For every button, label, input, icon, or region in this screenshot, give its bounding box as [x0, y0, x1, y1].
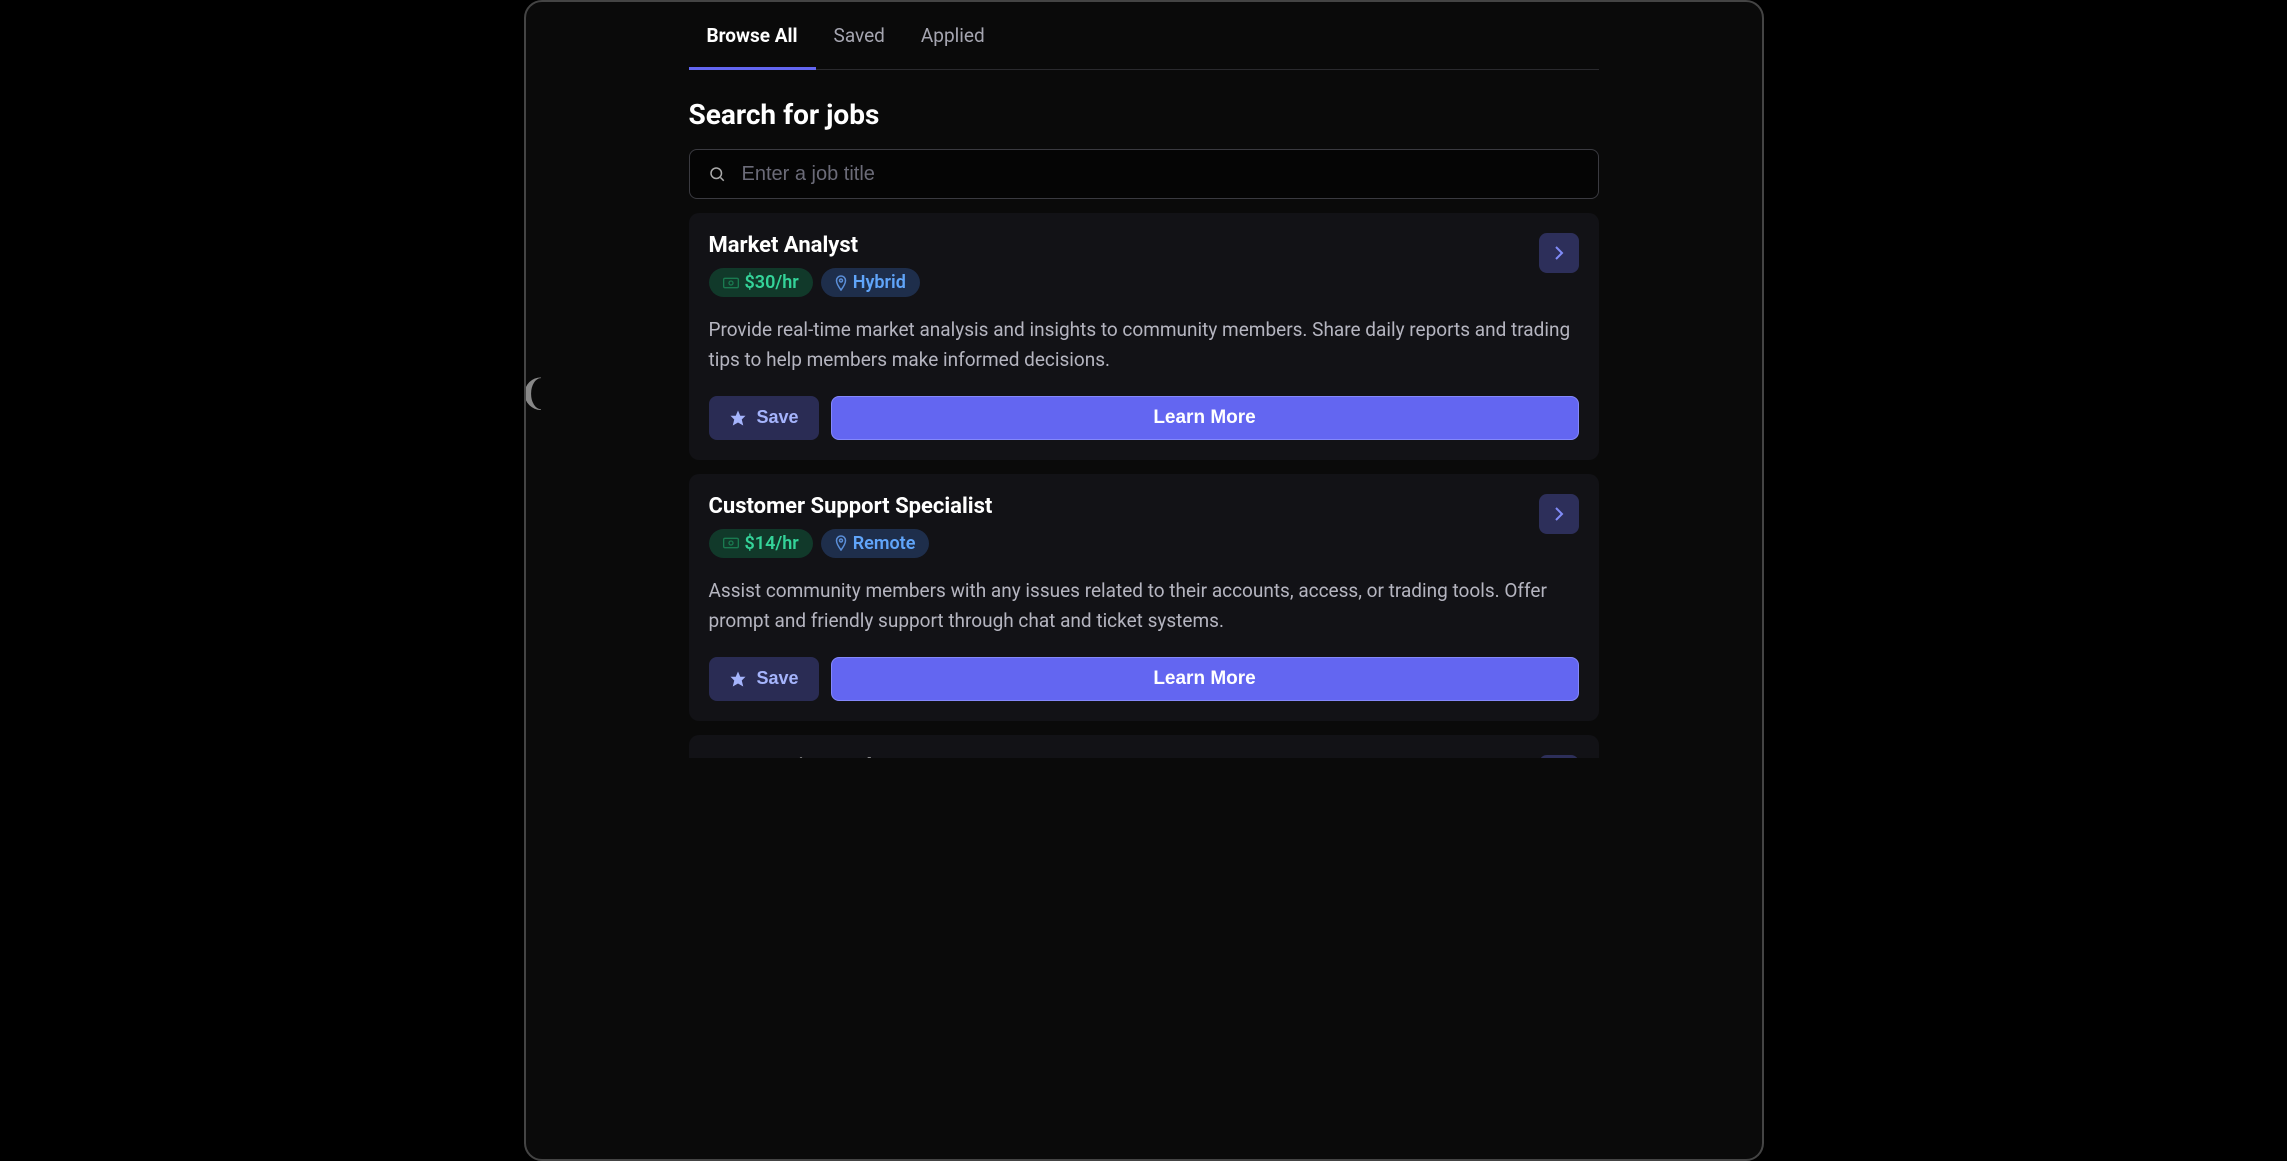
chevron-right-icon [1554, 245, 1564, 261]
scroll-area[interactable]: Browse All Saved Applied Search for jobs… [526, 2, 1762, 758]
search-input[interactable] [742, 163, 1580, 186]
job-title: Market Analyst [709, 233, 920, 258]
page-title: Search for jobs [689, 98, 1599, 131]
rate-badge: $30/hr [709, 268, 813, 297]
pin-icon [835, 275, 847, 291]
badges: $14/hr Remote [709, 529, 993, 558]
location-badge: Hybrid [821, 268, 920, 297]
save-label: Save [757, 668, 799, 689]
tab-applied[interactable]: Applied [903, 2, 1003, 70]
rate-badge: $14/hr [709, 529, 813, 558]
card-actions: Save Learn More [709, 657, 1579, 701]
expand-button[interactable] [1539, 233, 1579, 273]
learn-more-button[interactable]: Learn More [831, 396, 1579, 440]
location-text: Hybrid [853, 272, 906, 293]
card-header: Community Moderator $17/hr [709, 755, 1579, 758]
tab-saved[interactable]: Saved [816, 2, 903, 70]
location-text: Remote [853, 533, 916, 554]
side-handle[interactable]: ❨ [524, 372, 548, 414]
card-header: Customer Support Specialist $14/hr [709, 494, 1579, 558]
money-icon [723, 277, 739, 289]
chevron-right-icon [1554, 506, 1564, 522]
location-badge: Remote [821, 529, 930, 558]
save-button[interactable]: Save [709, 657, 819, 701]
job-description: Assist community members with any issues… [709, 576, 1579, 637]
card-header: Market Analyst $30/hr [709, 233, 1579, 297]
card-info: Customer Support Specialist $14/hr [709, 494, 993, 558]
job-title: Community Moderator [709, 755, 950, 758]
search-icon [708, 165, 726, 183]
badges: $30/hr Hybrid [709, 268, 920, 297]
app-frame: ❨ Browse All Saved Applied Search for jo… [524, 0, 1764, 1161]
tab-browse-all[interactable]: Browse All [689, 2, 816, 70]
star-icon [729, 409, 747, 427]
job-card: Market Analyst $30/hr [689, 213, 1599, 460]
card-actions: Save Learn More [709, 396, 1579, 440]
card-info: Market Analyst $30/hr [709, 233, 920, 297]
expand-button[interactable] [1539, 494, 1579, 534]
save-button[interactable]: Save [709, 396, 819, 440]
rate-text: $14/hr [745, 533, 799, 554]
rate-text: $30/hr [745, 272, 799, 293]
star-icon [729, 670, 747, 688]
main-container: Browse All Saved Applied Search for jobs… [689, 2, 1599, 758]
job-card: Customer Support Specialist $14/hr [689, 474, 1599, 721]
expand-button[interactable] [1539, 755, 1579, 758]
job-title: Customer Support Specialist [709, 494, 993, 519]
card-info: Community Moderator $17/hr [709, 755, 950, 758]
job-card: Community Moderator $17/hr [689, 735, 1599, 758]
pin-icon [835, 535, 847, 551]
tabs: Browse All Saved Applied [689, 2, 1599, 70]
save-label: Save [757, 407, 799, 428]
job-description: Provide real-time market analysis and in… [709, 315, 1579, 376]
money-icon [723, 537, 739, 549]
learn-more-button[interactable]: Learn More [831, 657, 1579, 701]
search-field[interactable] [689, 149, 1599, 199]
